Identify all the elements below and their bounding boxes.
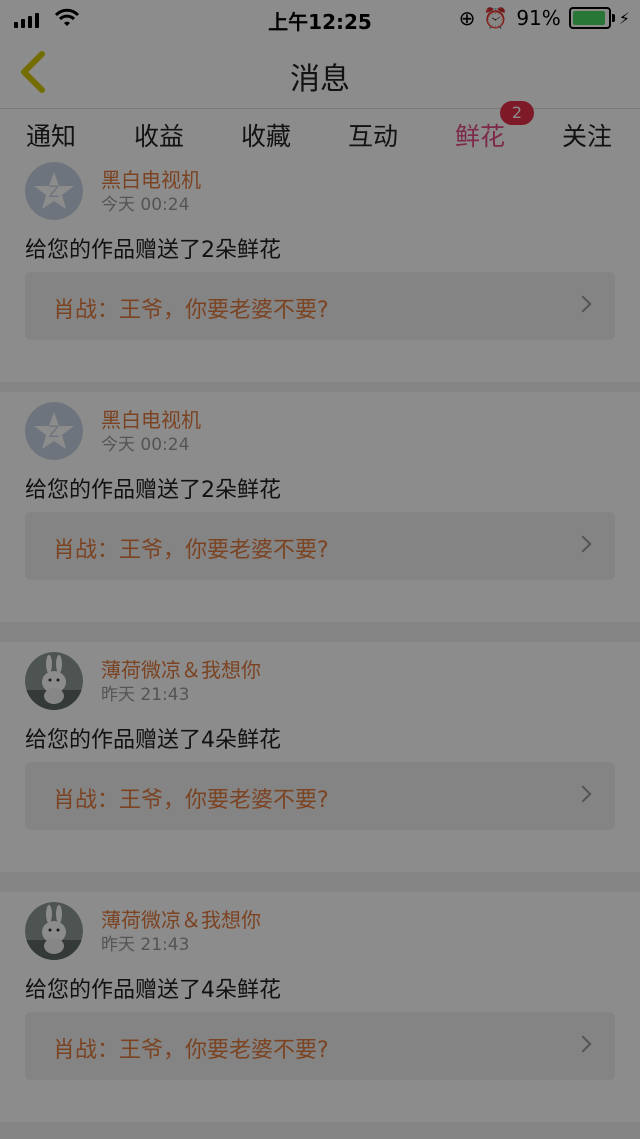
default-avatar-icon: Z — [25, 162, 83, 220]
message-text: 给您的作品赠送了4朵鲜花 — [25, 728, 281, 753]
tab-flowers[interactable]: 鲜花 — [455, 117, 505, 153]
alarm-icon: ⏰ — [483, 6, 509, 30]
screen: 上午12:25 ⊕ ⏰ 91% ⚡ 消息 通知 收益 收藏 互动 鲜花 关注 2… — [0, 0, 640, 1139]
message-time: 昨天 21:43 — [101, 685, 190, 705]
message-card: Z 黑白电视机 今天 00:24 给您的作品赠送了2朵鲜花 肖战：王爷，你要老婆… — [0, 392, 640, 622]
tab-favorites[interactable]: 收藏 — [241, 117, 291, 153]
chevron-right-icon — [574, 295, 592, 313]
sender-name[interactable]: 黑白电视机 — [101, 164, 201, 193]
work-link[interactable]: 肖战：王爷，你要老婆不要? — [25, 1012, 615, 1080]
chevron-right-icon — [574, 785, 592, 803]
status-bar: 上午12:25 ⊕ ⏰ 91% ⚡ — [0, 0, 640, 36]
work-title: 肖战：王爷，你要老婆不要? — [53, 298, 329, 323]
chevron-right-icon — [574, 535, 592, 553]
battery-percent: 91% — [516, 6, 561, 30]
message-time: 今天 00:24 — [101, 435, 190, 455]
message-text: 给您的作品赠送了4朵鲜花 — [25, 978, 281, 1003]
tab-badge: 2 — [500, 101, 534, 125]
rotation-lock-icon: ⊕ — [458, 6, 476, 30]
work-link[interactable]: 肖战：王爷，你要老婆不要? — [25, 272, 615, 340]
svg-text:Z: Z — [49, 182, 60, 201]
sender-name[interactable]: 黑白电视机 — [101, 404, 201, 433]
work-link[interactable]: 肖战：王爷，你要老婆不要? — [25, 512, 615, 580]
bunny-avatar-icon — [25, 652, 83, 710]
message-text: 给您的作品赠送了2朵鲜花 — [25, 238, 281, 263]
work-title: 肖战：王爷，你要老婆不要? — [53, 788, 329, 813]
message-card: 薄荷微凉＆我想你 昨天 21:43 给您的作品赠送了4朵鲜花 肖战：王爷，你要老… — [0, 892, 640, 1122]
default-avatar-icon: Z — [25, 402, 83, 460]
work-link[interactable]: 肖战：王爷，你要老婆不要? — [25, 762, 615, 830]
sender-name[interactable]: 薄荷微凉＆我想你 — [101, 654, 261, 683]
avatar[interactable]: Z — [25, 402, 83, 460]
chevron-right-icon — [574, 1035, 592, 1053]
message-card: 薄荷微凉＆我想你 昨天 21:43 给您的作品赠送了4朵鲜花 肖战：王爷，你要老… — [0, 642, 640, 872]
tab-interactions[interactable]: 互动 — [348, 117, 398, 153]
avatar[interactable] — [25, 902, 83, 960]
nav-bar: 消息 — [0, 36, 640, 109]
work-title: 肖战：王爷，你要老婆不要? — [53, 538, 329, 563]
sender-name[interactable]: 薄荷微凉＆我想你 — [101, 904, 261, 933]
tab-earnings[interactable]: 收益 — [134, 117, 184, 153]
message-time: 昨天 21:43 — [101, 935, 190, 955]
svg-text:Z: Z — [49, 422, 60, 441]
work-title: 肖战：王爷，你要老婆不要? — [53, 1038, 329, 1063]
message-text: 给您的作品赠送了2朵鲜花 — [25, 478, 281, 503]
page-title: 消息 — [290, 62, 350, 97]
charging-icon: ⚡ — [618, 8, 630, 28]
message-time: 今天 00:24 — [101, 195, 190, 215]
avatar[interactable]: Z — [25, 162, 83, 220]
avatar[interactable] — [25, 652, 83, 710]
message-card: Z 黑白电视机 今天 00:24 给您的作品赠送了2朵鲜花 肖战：王爷，你要老婆… — [0, 152, 640, 382]
battery-icon — [568, 7, 615, 29]
tab-follows[interactable]: 关注 — [562, 117, 612, 153]
bunny-avatar-icon — [25, 902, 83, 960]
tab-notifications[interactable]: 通知 — [26, 117, 76, 153]
